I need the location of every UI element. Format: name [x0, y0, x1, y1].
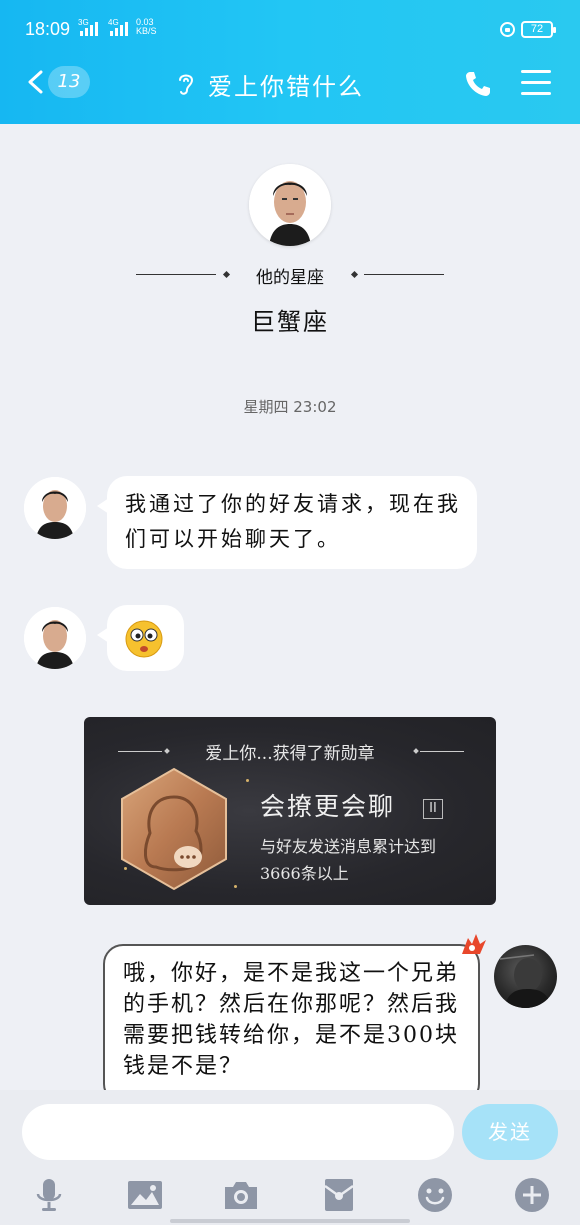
person-photo-icon — [24, 607, 86, 669]
divider — [364, 274, 444, 275]
battery-icon: 72 — [521, 21, 556, 38]
microphone-icon[interactable] — [30, 1176, 68, 1214]
status-bar: 18:09 3G 4G 0.03 KB/S 72 — [0, 0, 580, 58]
chat-title[interactable]: 爱上你错什么 — [208, 67, 364, 102]
message-timestamp: 星期四 23:02 — [243, 398, 337, 416]
medal-headline: 爱上你...获得了新勋章 — [205, 744, 375, 764]
image-icon[interactable] — [126, 1176, 164, 1214]
status-time: 18:09 — [25, 19, 71, 39]
person-photo-icon — [499, 954, 552, 1008]
bubble-decoration-icon — [462, 934, 486, 954]
emoji-icon[interactable] — [416, 1176, 454, 1214]
send-button[interactable]: 发送 — [462, 1104, 558, 1160]
message-input[interactable] — [22, 1104, 454, 1160]
message-text: 哦，你好，是不是我这一个兄弟的手机？然后在你那呢？然后我需要把钱转给你，是不是3… — [123, 961, 460, 1079]
medal-level-badge: II — [423, 799, 443, 819]
medal-achievement-card[interactable]: 爱上你...获得了新勋章 会撩更会聊 II 与好友发送消息累计达到3666条以上 — [84, 717, 496, 905]
chat-header: 18:09 3G 4G 0.03 KB/S 72 13 爱上你错什么 — [0, 0, 580, 124]
contact-avatar[interactable] — [24, 477, 86, 539]
signal-strength-icon — [80, 20, 98, 36]
zodiac-value: 巨蟹座 — [251, 308, 329, 336]
received-emoji-bubble[interactable] — [97, 605, 184, 671]
home-indicator — [170, 1219, 410, 1223]
camera-icon[interactable] — [222, 1176, 260, 1214]
phone-call-icon[interactable] — [464, 70, 492, 98]
unread-count-badge[interactable]: 13 — [48, 66, 90, 98]
message-text: 我通过了你的好友请求，现在我们可以开始聊天了。 — [125, 492, 461, 551]
contact-avatar-large[interactable] — [249, 164, 331, 246]
zodiac-label: 他的星座 — [256, 268, 324, 288]
input-area: 发送 — [0, 1090, 580, 1225]
penguin-medal-badge-icon — [121, 767, 227, 891]
rotation-lock-icon — [500, 22, 515, 37]
red-packet-icon[interactable] — [320, 1176, 358, 1214]
surprised-emoji-icon — [125, 620, 163, 658]
plus-icon[interactable] — [513, 1176, 551, 1214]
signal-strength-icon — [110, 20, 128, 36]
earpiece-mode-icon — [179, 74, 194, 95]
chat-toolbar — [0, 1174, 580, 1218]
back-chevron-icon[interactable] — [26, 70, 46, 94]
zodiac-label-row: 他的星座 — [136, 262, 444, 288]
sparkle — [234, 885, 237, 888]
network-speed: 0.03 KB/S — [136, 17, 157, 36]
medal-name: 会撩更会聊 — [260, 792, 396, 821]
self-avatar[interactable] — [494, 945, 557, 1008]
contact-avatar[interactable] — [24, 607, 86, 669]
sparkle — [246, 779, 249, 782]
medal-description: 与好友发送消息累计达到3666条以上 — [260, 837, 437, 883]
person-photo-icon — [249, 164, 331, 246]
person-photo-icon — [24, 477, 86, 539]
nav-bar: 13 爱上你错什么 — [0, 58, 580, 124]
menu-icon[interactable] — [521, 70, 551, 96]
received-message-bubble[interactable]: 我通过了你的好友请求，现在我们可以开始聊天了。 — [97, 476, 477, 569]
sent-message-bubble[interactable]: 哦，你好，是不是我这一个兄弟的手机？然后在你那呢？然后我需要把钱转给你，是不是3… — [103, 944, 480, 1104]
